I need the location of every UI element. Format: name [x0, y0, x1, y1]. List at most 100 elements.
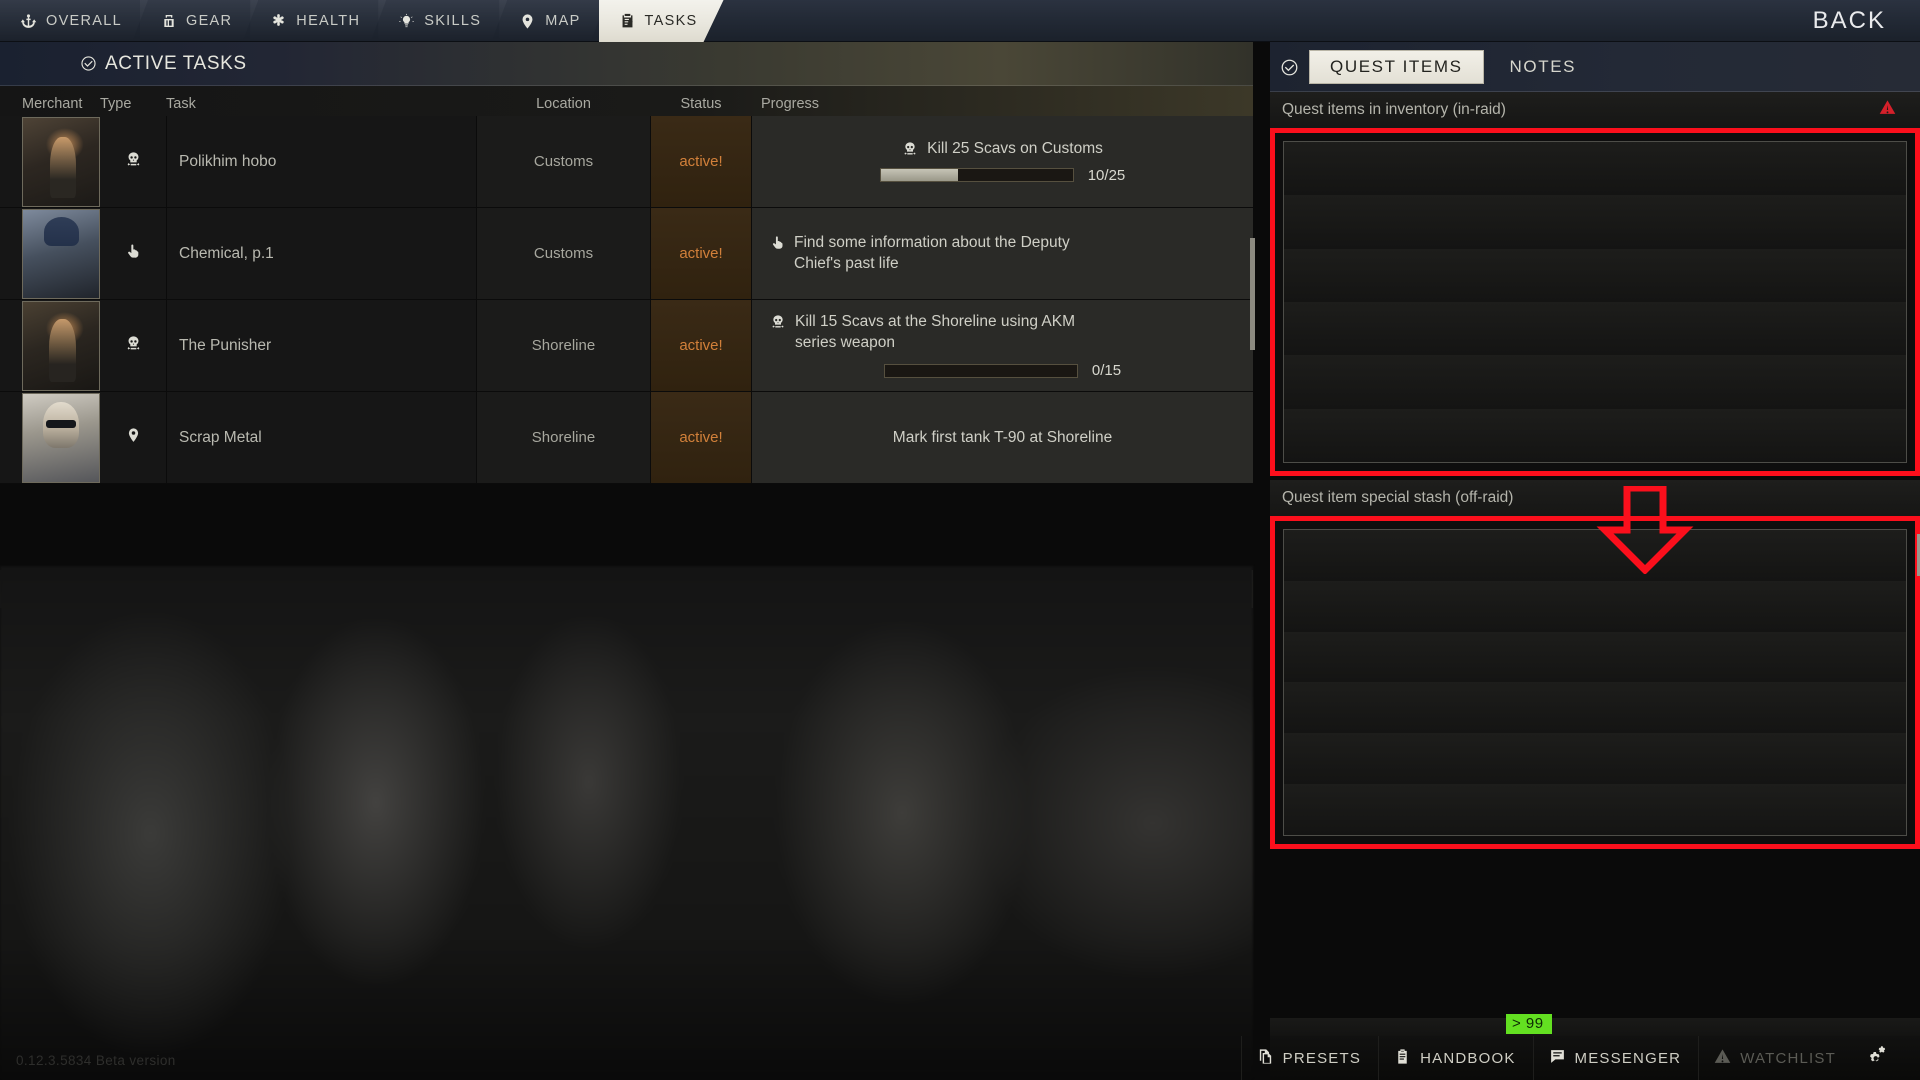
- grid-cell[interactable]: [1728, 682, 1818, 734]
- grid-cell[interactable]: [1817, 530, 1906, 581]
- grid-cell[interactable]: [1372, 530, 1462, 581]
- grid-cell[interactable]: [1817, 580, 1906, 632]
- grid-cell[interactable]: [1550, 631, 1640, 683]
- grid-cell[interactable]: [1550, 142, 1640, 196]
- grid-cell[interactable]: [1461, 580, 1551, 632]
- messenger-button[interactable]: MESSENGER: [1532, 1036, 1697, 1080]
- grid-cell[interactable]: [1728, 248, 1818, 302]
- grid-cell[interactable]: [1728, 733, 1818, 785]
- grid-cell[interactable]: [1284, 301, 1373, 356]
- grid-cell[interactable]: [1284, 355, 1373, 409]
- grid-cell[interactable]: [1728, 784, 1818, 835]
- grid-cell[interactable]: [1639, 195, 1729, 249]
- grid-cell[interactable]: [1817, 301, 1906, 356]
- grid-cell[interactable]: [1550, 355, 1640, 409]
- handbook-button[interactable]: HANDBOOK: [1378, 1036, 1530, 1080]
- table-row[interactable]: Scrap Metal Shoreline active! Mark first…: [0, 392, 1253, 484]
- grid-cell[interactable]: [1550, 580, 1640, 632]
- grid-cell[interactable]: [1728, 408, 1818, 462]
- tab-tasks[interactable]: TASKS: [599, 0, 724, 42]
- grid-cell[interactable]: [1372, 195, 1462, 249]
- tab-overall[interactable]: OVERALL: [0, 0, 148, 42]
- grid-cell[interactable]: [1461, 733, 1551, 785]
- grid-cell[interactable]: [1728, 355, 1818, 409]
- tab-map[interactable]: MAP: [499, 0, 606, 42]
- grid-cell[interactable]: [1817, 248, 1906, 302]
- grid-cell[interactable]: [1550, 195, 1640, 249]
- grid-cell[interactable]: [1372, 142, 1462, 196]
- grid-cell[interactable]: [1639, 784, 1729, 835]
- grid-cell[interactable]: [1461, 355, 1551, 409]
- grid-cell[interactable]: [1728, 142, 1818, 196]
- grid-cell[interactable]: [1284, 530, 1373, 581]
- grid-cell[interactable]: [1461, 195, 1551, 249]
- settings-button[interactable]: [1853, 1036, 1904, 1080]
- table-row[interactable]: Polikhim hobo Customs active! Kill 25 Sc…: [0, 116, 1253, 208]
- back-button[interactable]: BACK: [1813, 0, 1886, 42]
- grid-cell[interactable]: [1817, 733, 1906, 785]
- grid-cell[interactable]: [1284, 142, 1373, 196]
- grid-cell[interactable]: [1817, 682, 1906, 734]
- grid-cell[interactable]: [1550, 682, 1640, 734]
- grid-cell[interactable]: [1461, 142, 1551, 196]
- grid-cell[interactable]: [1372, 301, 1462, 356]
- grid-cell[interactable]: [1461, 408, 1551, 462]
- quest-items-inventory-grid[interactable]: [1283, 141, 1907, 463]
- grid-cell[interactable]: [1817, 142, 1906, 196]
- quest-item-stash-grid[interactable]: [1283, 529, 1907, 836]
- tab-skills[interactable]: SKILLS: [378, 0, 507, 42]
- grid-cell[interactable]: [1372, 580, 1462, 632]
- grid-cell[interactable]: [1461, 248, 1551, 302]
- tab-quest-items[interactable]: QUEST ITEMS: [1309, 49, 1484, 84]
- grid-cell[interactable]: [1461, 784, 1551, 835]
- grid-cell[interactable]: [1284, 784, 1373, 835]
- watchlist-button[interactable]: WATCHLIST: [1698, 1036, 1851, 1080]
- grid-cell[interactable]: [1639, 682, 1729, 734]
- table-row[interactable]: Chemical, p.1 Customs active! Find some …: [0, 208, 1253, 300]
- grid-cell[interactable]: [1817, 631, 1906, 683]
- grid-cell[interactable]: [1461, 301, 1551, 356]
- presets-button[interactable]: PRESETS: [1240, 1036, 1376, 1080]
- grid-cell[interactable]: [1372, 733, 1462, 785]
- grid-cell[interactable]: [1817, 355, 1906, 409]
- grid-cell[interactable]: [1817, 784, 1906, 835]
- grid-cell[interactable]: [1728, 301, 1818, 356]
- grid-cell[interactable]: [1639, 248, 1729, 302]
- grid-cell[interactable]: [1461, 631, 1551, 683]
- grid-cell[interactable]: [1817, 195, 1906, 249]
- grid-cell[interactable]: [1284, 408, 1373, 462]
- grid-cell[interactable]: [1550, 784, 1640, 835]
- grid-cell[interactable]: [1372, 784, 1462, 835]
- grid-cell[interactable]: [1284, 580, 1373, 632]
- grid-cell[interactable]: [1728, 530, 1818, 581]
- grid-cell[interactable]: [1550, 733, 1640, 785]
- grid-cell[interactable]: [1728, 631, 1818, 683]
- grid-cell[interactable]: [1639, 408, 1729, 462]
- grid-cell[interactable]: [1284, 682, 1373, 734]
- grid-cell[interactable]: [1372, 682, 1462, 734]
- tab-gear[interactable]: GEAR: [140, 0, 258, 42]
- grid-cell[interactable]: [1639, 631, 1729, 683]
- tab-health[interactable]: HEALTH: [250, 0, 386, 42]
- table-row[interactable]: The Punisher Shoreline active! Kill 15 S…: [0, 300, 1253, 392]
- grid-cell[interactable]: [1461, 530, 1551, 581]
- grid-cell[interactable]: [1550, 248, 1640, 302]
- grid-cell[interactable]: [1284, 248, 1373, 302]
- grid-cell[interactable]: [1550, 301, 1640, 356]
- grid-cell[interactable]: [1461, 682, 1551, 734]
- grid-cell[interactable]: [1372, 631, 1462, 683]
- grid-cell[interactable]: [1639, 355, 1729, 409]
- grid-cell[interactable]: [1728, 195, 1818, 249]
- grid-cell[interactable]: [1372, 248, 1462, 302]
- grid-cell[interactable]: [1550, 408, 1640, 462]
- grid-cell[interactable]: [1284, 733, 1373, 785]
- grid-cell[interactable]: [1639, 142, 1729, 196]
- grid-cell[interactable]: [1639, 733, 1729, 785]
- grid-cell[interactable]: [1817, 408, 1906, 462]
- grid-cell[interactable]: [1639, 301, 1729, 356]
- grid-cell[interactable]: [1639, 580, 1729, 632]
- tasks-scrollbar-thumb[interactable]: [1250, 238, 1255, 350]
- grid-cell[interactable]: [1284, 631, 1373, 683]
- grid-cell[interactable]: [1728, 580, 1818, 632]
- grid-cell[interactable]: [1284, 195, 1373, 249]
